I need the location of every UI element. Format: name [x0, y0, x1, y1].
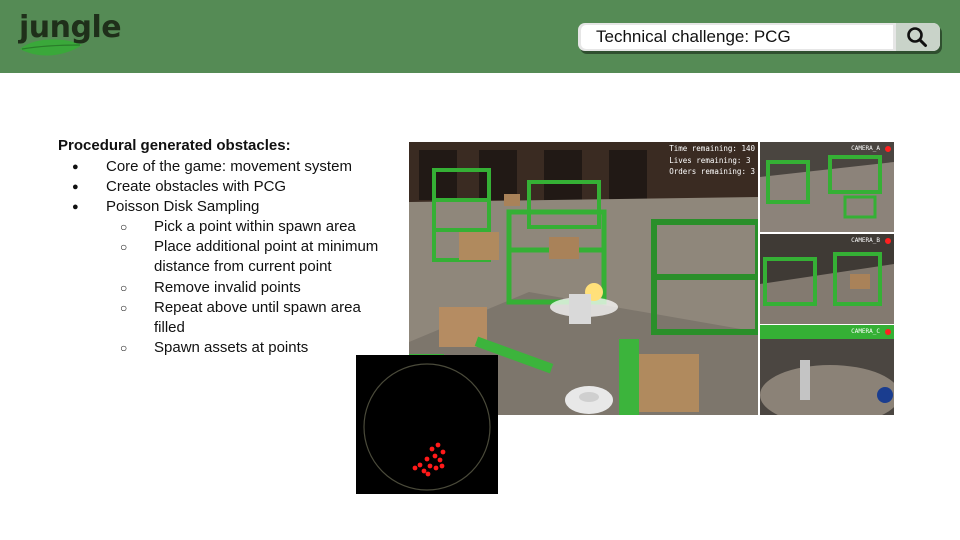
sub-list-item: Place additional point at minimum distan…	[106, 237, 379, 277]
bullet-text: Create obstacles with PCG	[106, 178, 287, 195]
jungle-logo[interactable]: jungle	[16, 6, 126, 62]
recording-indicator-icon	[885, 329, 891, 335]
camera-view-c: CAMERA_C	[760, 325, 894, 415]
sub-list-item: Repeat above until spawn area filled	[106, 298, 379, 338]
header-bar: jungle Technical challenge: PCG	[0, 0, 960, 73]
camera-b-scene	[760, 234, 894, 324]
sub-list-item: Spawn assets at points	[106, 338, 379, 358]
camera-a-scene	[760, 142, 894, 232]
logo-text: jungle	[19, 10, 122, 45]
recording-indicator-icon	[885, 238, 891, 244]
search-text: Technical challenge: PCG	[596, 27, 791, 46]
hud-overlay: Time remaining: 140 Lives remaining: 3 O…	[669, 143, 755, 178]
bullet-text: Poisson Disk Sampling	[106, 198, 260, 215]
sampling-circle	[363, 363, 491, 491]
search-input[interactable]: Technical challenge: PCG	[581, 25, 893, 49]
recording-indicator-icon	[885, 146, 891, 152]
camera-view-b: CAMERA_B	[760, 234, 894, 324]
sub-list-item: Pick a point within spawn area	[106, 217, 379, 237]
bullet-list: Core of the game: movement system Create…	[58, 157, 388, 359]
search-bar[interactable]: Technical challenge: PCG	[578, 23, 940, 51]
section-title: Procedural generated obstacles:	[58, 137, 291, 154]
search-button[interactable]	[896, 23, 940, 51]
hud-orders: Orders remaining: 3	[669, 167, 755, 176]
list-item: Poisson Disk Sampling Pick a point withi…	[58, 197, 388, 359]
camera-label: CAMERA_B	[851, 237, 880, 244]
list-item: Create obstacles with PCG	[58, 177, 388, 197]
search-icon	[907, 27, 927, 47]
camera-label: CAMERA_C	[851, 328, 880, 335]
poisson-disk-sampling-image	[356, 355, 498, 494]
camera-label: CAMERA_A	[851, 145, 880, 152]
sub-list-item: Remove invalid points	[106, 278, 379, 298]
camera-c-scene	[760, 325, 894, 415]
sub-bullet-list: Pick a point within spawn area Place add…	[106, 217, 388, 359]
camera-view-a: CAMERA_A	[760, 142, 894, 232]
hud-time: Time remaining: 140	[669, 144, 755, 153]
bullet-text: Core of the game: movement system	[106, 158, 352, 175]
list-item: Core of the game: movement system	[58, 157, 388, 177]
hud-lives: Lives remaining: 3	[669, 155, 751, 165]
